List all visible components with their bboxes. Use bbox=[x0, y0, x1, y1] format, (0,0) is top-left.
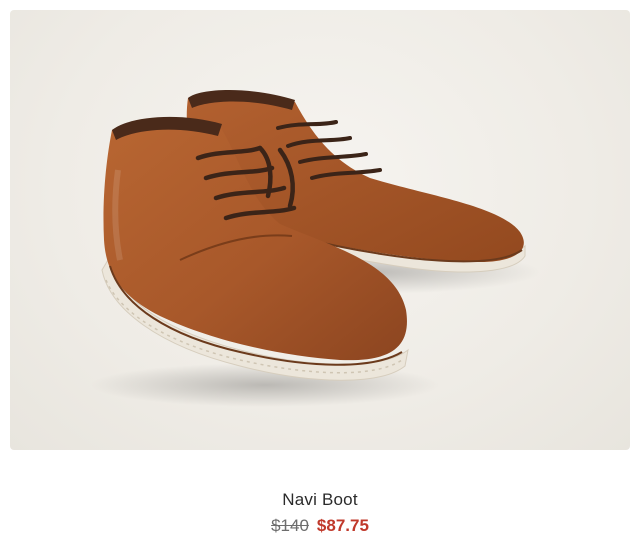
price-row: $140 $87.75 bbox=[0, 514, 640, 538]
product-info: Navi Boot $140 $87.75 bbox=[0, 488, 640, 538]
product-card[interactable]: Navi Boot $140 $87.75 bbox=[0, 0, 640, 548]
product-image[interactable] bbox=[10, 10, 630, 450]
sale-price: $87.75 bbox=[316, 516, 369, 535]
product-name-link[interactable]: Navi Boot bbox=[0, 488, 640, 512]
boot-image bbox=[90, 90, 540, 407]
original-price: $140 bbox=[271, 516, 309, 535]
